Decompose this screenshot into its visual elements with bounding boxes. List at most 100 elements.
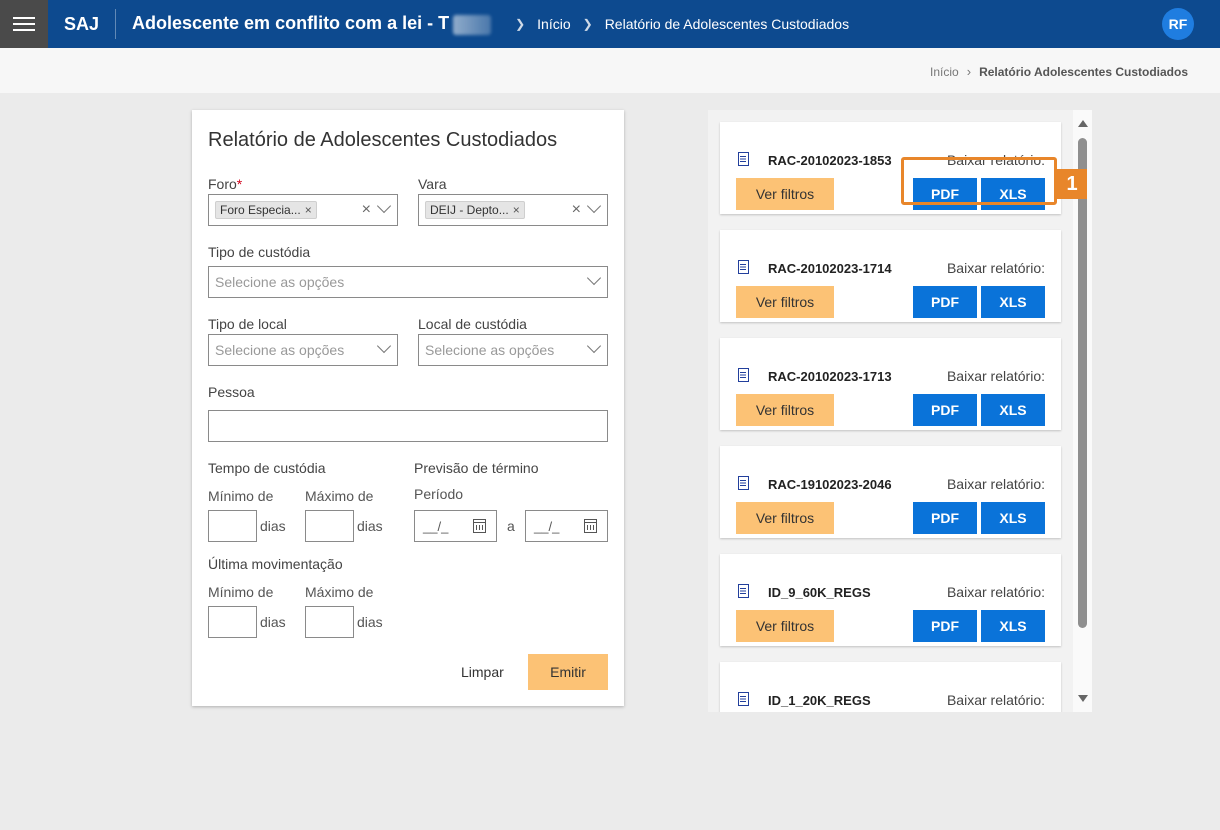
download-label: Baixar relatório: — [946, 368, 1045, 384]
tipo-custodia-placeholder: Selecione as opções — [215, 274, 345, 290]
chevron-down-icon[interactable] — [586, 338, 602, 354]
vara-select[interactable]: DEIJ - Depto... × × — [418, 194, 608, 226]
tipo-local-label: Tipo de local — [208, 316, 287, 332]
ultima-mov-label: Última movimentação — [208, 556, 343, 572]
view-filters-button[interactable]: Ver filtros — [736, 394, 834, 426]
ultima-min-unit: dias — [260, 614, 286, 630]
chip-remove-icon[interactable]: × — [305, 203, 312, 217]
pdf-button[interactable]: PDF — [913, 610, 977, 642]
top-breadcrumb: ❯ Início ❯ Relatório de Adolescentes Cus… — [503, 16, 849, 32]
chip-remove-icon[interactable]: × — [513, 203, 520, 217]
document-icon — [738, 692, 749, 706]
tempo-max-input[interactable] — [305, 510, 354, 542]
foro-label-text: Foro — [208, 176, 237, 192]
ultima-max-unit: dias — [357, 614, 383, 630]
app-title-text: Adolescente em conflito com a lei - T — [132, 13, 450, 34]
user-avatar[interactable]: RF — [1162, 8, 1194, 40]
pdf-button[interactable]: PDF — [913, 502, 977, 534]
download-label: Baixar relatório: — [946, 692, 1045, 708]
report-name: RAC-20102023-1853 — [768, 153, 892, 168]
tempo-min-label: Mínimo de — [208, 488, 274, 504]
redacted-text — [453, 14, 492, 35]
document-icon — [738, 152, 749, 166]
date-start-mask: __/_ — [423, 518, 449, 534]
download-label: Baixar relatório: — [946, 260, 1045, 276]
previsao-label: Previsão de término — [414, 460, 539, 476]
local-custodia-label: Local de custódia — [418, 316, 527, 332]
view-filters-button[interactable]: Ver filtros — [736, 178, 834, 210]
periodo-label: Período — [414, 486, 464, 502]
document-icon — [738, 476, 749, 490]
chevron-down-icon[interactable] — [376, 338, 392, 354]
breadcrumb-current: Relatório Adolescentes Custodiados — [979, 64, 1188, 79]
tempo-max-label: Máximo de — [305, 488, 374, 504]
report-card: ID_9_60K_REGS Baixar relatório: Ver filt… — [720, 554, 1061, 646]
pdf-button[interactable]: PDF — [913, 286, 977, 318]
document-icon — [738, 584, 749, 598]
report-name: RAC-20102023-1714 — [768, 261, 892, 276]
report-name: ID_9_60K_REGS — [768, 585, 871, 600]
top-bar: SAJ Adolescente em conflito com a lei - … — [0, 0, 1220, 48]
scroll-down-icon[interactable] — [1078, 695, 1088, 702]
view-filters-button[interactable]: Ver filtros — [736, 610, 834, 642]
local-custodia-select[interactable]: Selecione as opções — [418, 334, 608, 366]
chevron-down-icon[interactable] — [586, 270, 602, 286]
foro-chip: Foro Especia... × — [215, 201, 317, 219]
report-card: RAC-19102023-2046 Baixar relatório: Ver … — [720, 446, 1061, 538]
tipo-custodia-select[interactable]: Selecione as opções — [208, 266, 608, 298]
date-range-separator: a — [507, 518, 515, 534]
top-breadcrumb-current: Relatório de Adolescentes Custodiados — [604, 16, 850, 32]
report-name: ID_1_20K_REGS — [768, 693, 871, 708]
callout-highlight — [901, 157, 1057, 205]
breadcrumb: Início › Relatório Adolescentes Custodia… — [930, 64, 1188, 79]
callout-number: 1 — [1057, 169, 1087, 199]
download-label: Baixar relatório: — [946, 584, 1045, 600]
clear-icon[interactable]: × — [572, 201, 581, 219]
report-form-panel: Relatório de Adolescentes Custodiados Fo… — [192, 110, 624, 706]
tempo-min-input[interactable] — [208, 510, 257, 542]
tempo-custodia-label: Tempo de custódia — [208, 460, 326, 476]
ultima-max-label: Máximo de — [305, 584, 374, 600]
ultima-min-input[interactable] — [208, 606, 257, 638]
report-name: RAC-20102023-1713 — [768, 369, 892, 384]
view-filters-button[interactable]: Ver filtros — [736, 286, 834, 318]
view-filters-button[interactable]: Ver filtros — [736, 502, 834, 534]
date-end-mask: __/_ — [534, 518, 560, 534]
date-end-input[interactable]: __/_ — [525, 510, 608, 542]
top-breadcrumb-home[interactable]: Início — [537, 16, 570, 32]
clear-icon[interactable]: × — [362, 201, 371, 219]
ultima-min-label: Mínimo de — [208, 584, 274, 600]
tipo-local-select[interactable]: Selecione as opções — [208, 334, 398, 366]
scrollbar-thumb[interactable] — [1078, 138, 1087, 628]
calendar-icon[interactable] — [584, 519, 597, 533]
vara-chip-label: DEIJ - Depto... — [430, 203, 509, 217]
report-card: RAC-20102023-1713 Baixar relatório: Ver … — [720, 338, 1061, 430]
scroll-up-icon[interactable] — [1078, 120, 1088, 127]
pdf-button[interactable]: PDF — [913, 394, 977, 426]
xls-button[interactable]: XLS — [981, 394, 1045, 426]
hamburger-menu-icon[interactable] — [0, 0, 48, 48]
chevron-down-icon[interactable] — [376, 198, 392, 214]
foro-select[interactable]: Foro Especia... × × — [208, 194, 398, 226]
download-label: Baixar relatório: — [946, 476, 1045, 492]
report-name: RAC-19102023-2046 — [768, 477, 892, 492]
tempo-max-unit: dias — [357, 518, 383, 534]
report-list-scrollbar[interactable] — [1073, 110, 1092, 712]
xls-button[interactable]: XLS — [981, 502, 1045, 534]
report-card: ID_1_20K_REGS Baixar relatório: Ver filt… — [720, 662, 1061, 712]
xls-button[interactable]: XLS — [981, 610, 1045, 642]
date-start-input[interactable]: __/_ — [414, 510, 497, 542]
emit-button[interactable]: Emitir — [528, 654, 608, 690]
pessoa-label: Pessoa — [208, 384, 255, 400]
form-title: Relatório de Adolescentes Custodiados — [208, 129, 558, 151]
pessoa-input[interactable] — [208, 410, 608, 442]
brand-logo[interactable]: SAJ — [48, 9, 117, 39]
calendar-icon[interactable] — [473, 519, 486, 533]
xls-button[interactable]: XLS — [981, 286, 1045, 318]
clear-button[interactable]: Limpar — [461, 664, 504, 680]
ultima-max-input[interactable] — [305, 606, 354, 638]
local-custodia-placeholder: Selecione as opções — [425, 342, 555, 358]
chevron-down-icon[interactable] — [586, 198, 602, 214]
breadcrumb-home[interactable]: Início — [930, 65, 959, 79]
foro-chip-label: Foro Especia... — [220, 203, 301, 217]
